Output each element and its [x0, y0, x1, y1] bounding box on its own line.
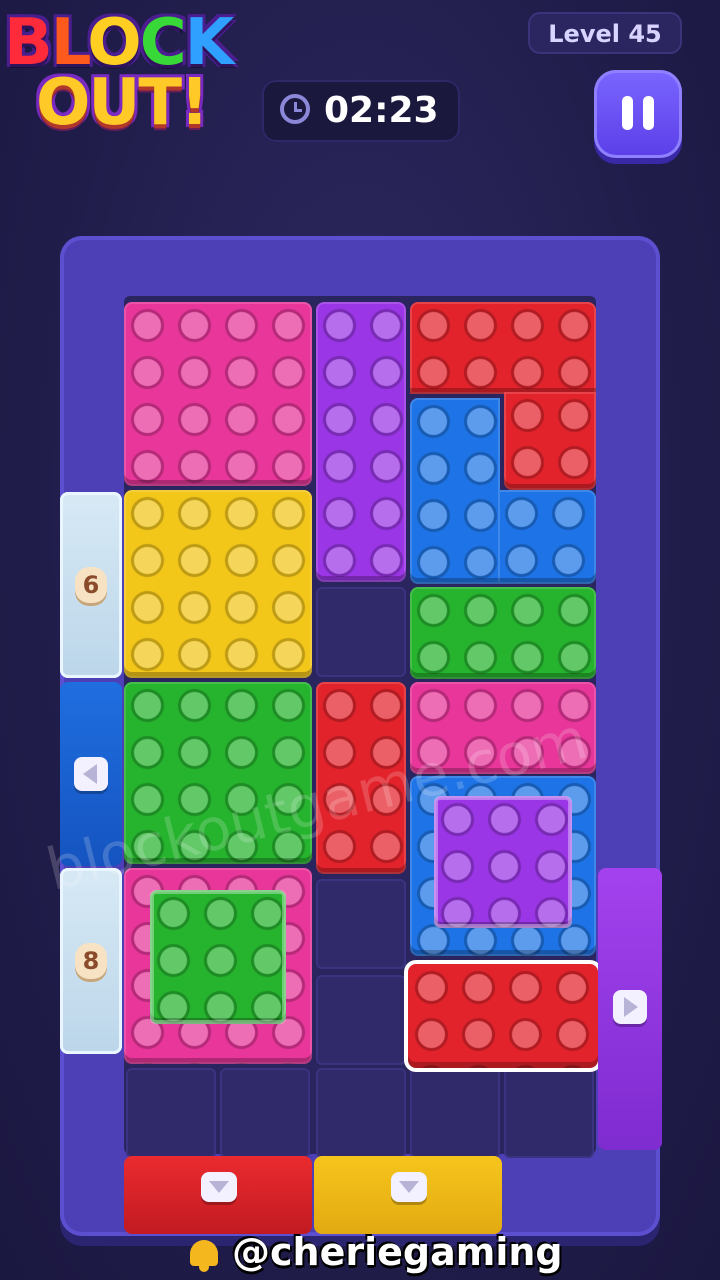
empty-cell [316, 975, 406, 1065]
arrow-right-icon [613, 990, 647, 1024]
level-indicator: Level 45 [528, 12, 682, 54]
red-l-block-part[interactable] [504, 392, 596, 490]
empty-cell [410, 1068, 500, 1158]
empty-cell [126, 1068, 216, 1158]
counter-value: 6 [75, 567, 107, 603]
yellow-exit-gate [314, 1156, 502, 1234]
pink-block[interactable] [124, 302, 312, 486]
empty-cell [220, 1068, 310, 1158]
empty-cell [504, 1068, 594, 1158]
clock-icon [280, 94, 310, 124]
red-l-block[interactable] [410, 302, 596, 394]
game-logo: BLOCK OUT! [0, 0, 270, 150]
red-exit-gate [124, 1156, 312, 1234]
logo-word-out: OUT! [36, 66, 209, 140]
blue-l-block[interactable] [410, 398, 500, 584]
timer: 02:23 [262, 80, 460, 142]
arrow-down-icon [391, 1172, 427, 1202]
yellow-block[interactable] [124, 490, 312, 678]
empty-cell [316, 879, 406, 969]
arrow-left-icon [74, 757, 108, 791]
bell-icon [186, 1236, 222, 1272]
pause-button[interactable] [594, 70, 682, 158]
ice-counter-top: 6 [60, 492, 122, 678]
blue-l-block-part[interactable] [498, 490, 596, 584]
empty-cell [316, 587, 406, 677]
level-label: Level 45 [548, 20, 662, 48]
creator-handle: @cheriegaming [232, 1230, 563, 1274]
counter-value: 8 [75, 943, 107, 979]
purple-exit-gate [598, 868, 662, 1150]
red-block-selected[interactable] [408, 964, 598, 1068]
arrow-down-icon [201, 1172, 237, 1202]
timer-value: 02:23 [324, 90, 439, 131]
green-block[interactable] [410, 587, 596, 679]
purple-block[interactable] [316, 302, 406, 582]
empty-cell [316, 1068, 406, 1158]
